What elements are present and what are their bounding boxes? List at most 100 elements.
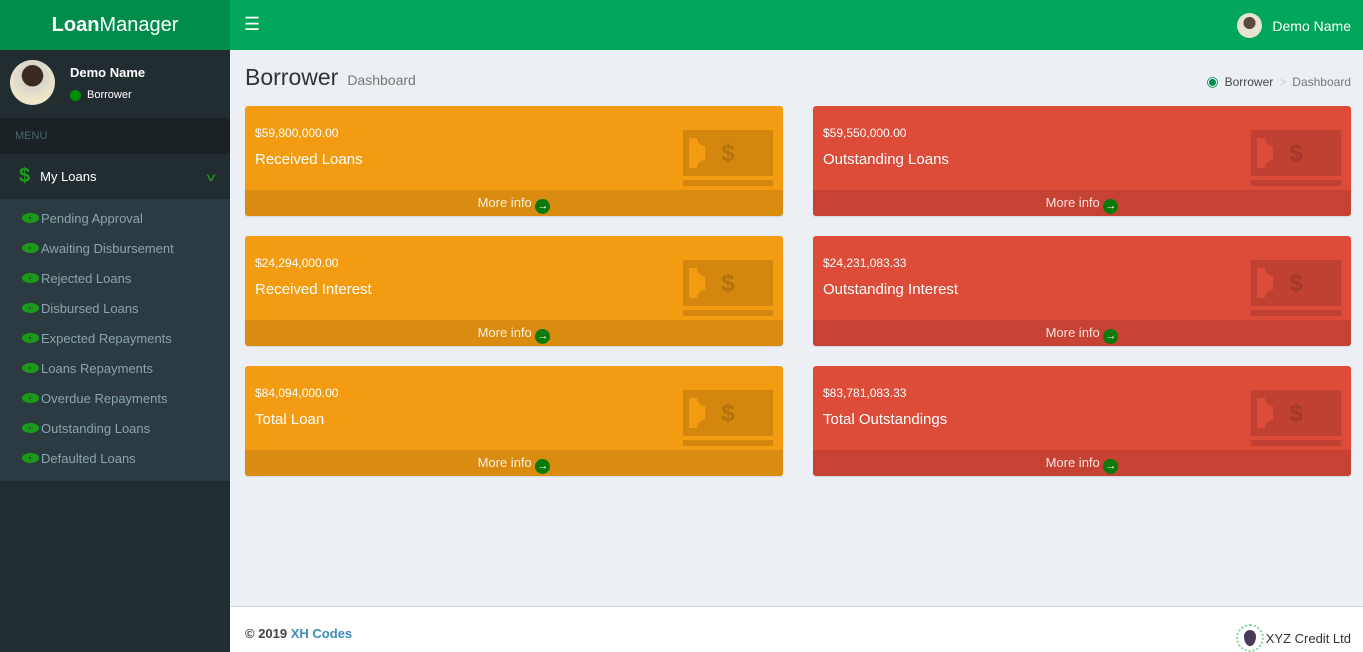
sidebar-item-loans-repayments[interactable]: Loans Repayments xyxy=(0,353,230,383)
svg-text:$: $ xyxy=(721,270,735,297)
page-title: Borrower xyxy=(245,64,339,90)
eye-icon xyxy=(22,363,39,373)
eye-icon xyxy=(22,213,39,223)
arrow-circle-right-icon: → xyxy=(535,459,551,474)
stat-label: Outstanding Loans xyxy=(823,151,949,168)
sidebar-item-pending-approval[interactable]: Pending Approval xyxy=(0,203,230,233)
svg-text:$: $ xyxy=(721,400,735,427)
svg-text:$: $ xyxy=(1289,270,1303,297)
more-info-link[interactable]: More info → xyxy=(813,320,1351,346)
stat-amount: $24,231,083.33 xyxy=(823,256,907,270)
sidebar-item-label: Expected Repayments xyxy=(41,330,172,346)
svg-text:$: $ xyxy=(1289,140,1303,167)
stat-amount: $59,800,000.00 xyxy=(255,126,339,140)
breadcrumb-separator: > xyxy=(1279,74,1287,89)
eye-icon xyxy=(22,423,39,433)
company-link[interactable]: XH Codes xyxy=(291,626,352,641)
copyright: © 2019 XH Codes xyxy=(245,626,352,641)
breadcrumb-current: Dashboard xyxy=(1292,74,1351,89)
breadcrumb-link[interactable]: Borrower xyxy=(1225,75,1274,89)
money-bill-icon: $ xyxy=(1251,390,1341,446)
sidebar-item-outstanding-loans[interactable]: Outstanding Loans xyxy=(0,413,230,443)
sidebar-item-defaulted-loans[interactable]: Defaulted Loans xyxy=(0,443,230,473)
sidebar-item-label: Pending Approval xyxy=(41,210,143,226)
eye-icon xyxy=(22,453,39,463)
more-info-label: More info xyxy=(1045,195,1100,210)
sidebar-item-label: Awaiting Disbursement xyxy=(41,240,174,256)
app-logo[interactable]: LoanManager xyxy=(0,0,230,50)
brand: XYZ Credit Ltd xyxy=(1235,624,1351,652)
eye-icon xyxy=(22,243,39,253)
more-info-label: More info xyxy=(477,195,532,210)
arrow-circle-right-icon: → xyxy=(1103,459,1119,474)
stat-card: $59,550,000.00 Outstanding Loans $ More inf… xyxy=(813,106,1351,216)
svg-text:$: $ xyxy=(721,140,735,167)
user-status: Borrower xyxy=(70,89,132,101)
sidebar-item-label: Defaulted Loans xyxy=(41,450,136,466)
breadcrumb: ◉ Borrower > Dashboard xyxy=(1206,73,1351,90)
page-header: Borrower Dashboard xyxy=(245,64,416,91)
svg-text:$: $ xyxy=(1289,400,1303,427)
avatar xyxy=(10,60,55,105)
sidebar-item-label: My Loans xyxy=(40,169,97,184)
stat-card: $24,294,000.00 Received Interest $ More inf… xyxy=(245,236,783,346)
page-subtitle: Dashboard xyxy=(347,72,416,88)
eye-icon xyxy=(22,333,39,343)
eye-icon xyxy=(22,273,39,283)
menu-header: MENU xyxy=(0,118,230,154)
sidebar-item-label: Overdue Repayments xyxy=(41,390,168,406)
sidebar-item-label: Loans Repayments xyxy=(41,360,154,376)
sidebar: Demo Name Borrower MENU $ My Loans v Pen… xyxy=(0,50,230,652)
user-name: Demo Name xyxy=(70,65,146,80)
sidebar-item-expected-repayments[interactable]: Expected Repayments xyxy=(0,323,230,353)
stat-card: $24,231,083.33 Outstanding Interest $ More … xyxy=(813,236,1351,346)
arrow-circle-right-icon: → xyxy=(1103,199,1119,214)
more-info-label: More info xyxy=(477,455,532,470)
stat-card: $84,094,000.00 Total Loan $ More info → xyxy=(245,366,783,476)
stat-amount: $83,781,083.33 xyxy=(823,386,907,400)
user-name: Demo Name xyxy=(1272,17,1351,34)
top-navbar: ☰ Demo Name xyxy=(230,0,1363,50)
more-info-link[interactable]: More info → xyxy=(245,190,783,216)
online-status-icon xyxy=(70,89,81,101)
more-info-link[interactable]: More info → xyxy=(813,190,1351,216)
stat-card: $59,800,000.00 Received Loans $ More info → xyxy=(245,106,783,216)
more-info-link[interactable]: More info → xyxy=(245,450,783,476)
more-info-label: More info xyxy=(1045,325,1100,340)
money-bill-icon: $ xyxy=(1251,130,1341,186)
more-info-link[interactable]: More info → xyxy=(245,320,783,346)
stat-amount: $84,094,000.00 xyxy=(255,386,339,400)
user-menu[interactable]: Demo Name xyxy=(1237,13,1351,38)
sidebar-item-overdue-repayments[interactable]: Overdue Repayments xyxy=(0,383,230,413)
stat-label: Received Interest xyxy=(255,281,372,298)
dashboard-icon: ◉ xyxy=(1206,73,1219,89)
stat-amount: $24,294,000.00 xyxy=(255,256,339,270)
user-panel: Demo Name Borrower xyxy=(0,50,230,118)
eye-icon xyxy=(22,393,39,403)
sidebar-item-rejected-loans[interactable]: Rejected Loans xyxy=(0,263,230,293)
sidebar-item-my-loans[interactable]: $ My Loans v xyxy=(0,154,230,199)
stat-label: Outstanding Interest xyxy=(823,281,959,298)
dollar-icon: $ xyxy=(19,165,31,187)
chevron-down-icon: v xyxy=(206,169,216,184)
sidebar-item-label: Outstanding Loans xyxy=(41,420,151,436)
stat-label: Total Loan xyxy=(255,411,325,428)
copyright-text: © 2019 xyxy=(245,626,288,641)
sidebar-item-label: Disbursed Loans xyxy=(41,300,139,316)
stat-label: Received Loans xyxy=(255,151,363,168)
money-bill-icon: $ xyxy=(1251,260,1341,316)
arrow-circle-right-icon: → xyxy=(535,199,551,214)
more-info-link[interactable]: More info → xyxy=(813,450,1351,476)
submenu: Pending Approval Awaiting Disbursement R… xyxy=(0,199,230,481)
footer: © 2019 XH Codes XYZ Credit Ltd xyxy=(230,606,1363,652)
sidebar-item-disbursed-loans[interactable]: Disbursed Loans xyxy=(0,293,230,323)
eye-icon xyxy=(22,303,39,313)
money-bill-icon: $ xyxy=(683,130,773,186)
stat-label: Total Outstandings xyxy=(823,411,948,428)
more-info-label: More info xyxy=(477,325,532,340)
user-role: Borrower xyxy=(87,89,132,101)
sidebar-item-label: Rejected Loans xyxy=(41,270,132,286)
menu-toggle-icon[interactable]: ☰ xyxy=(244,14,260,35)
sidebar-item-awaiting-disbursement[interactable]: Awaiting Disbursement xyxy=(0,233,230,263)
brand-logo-icon xyxy=(1235,624,1264,652)
